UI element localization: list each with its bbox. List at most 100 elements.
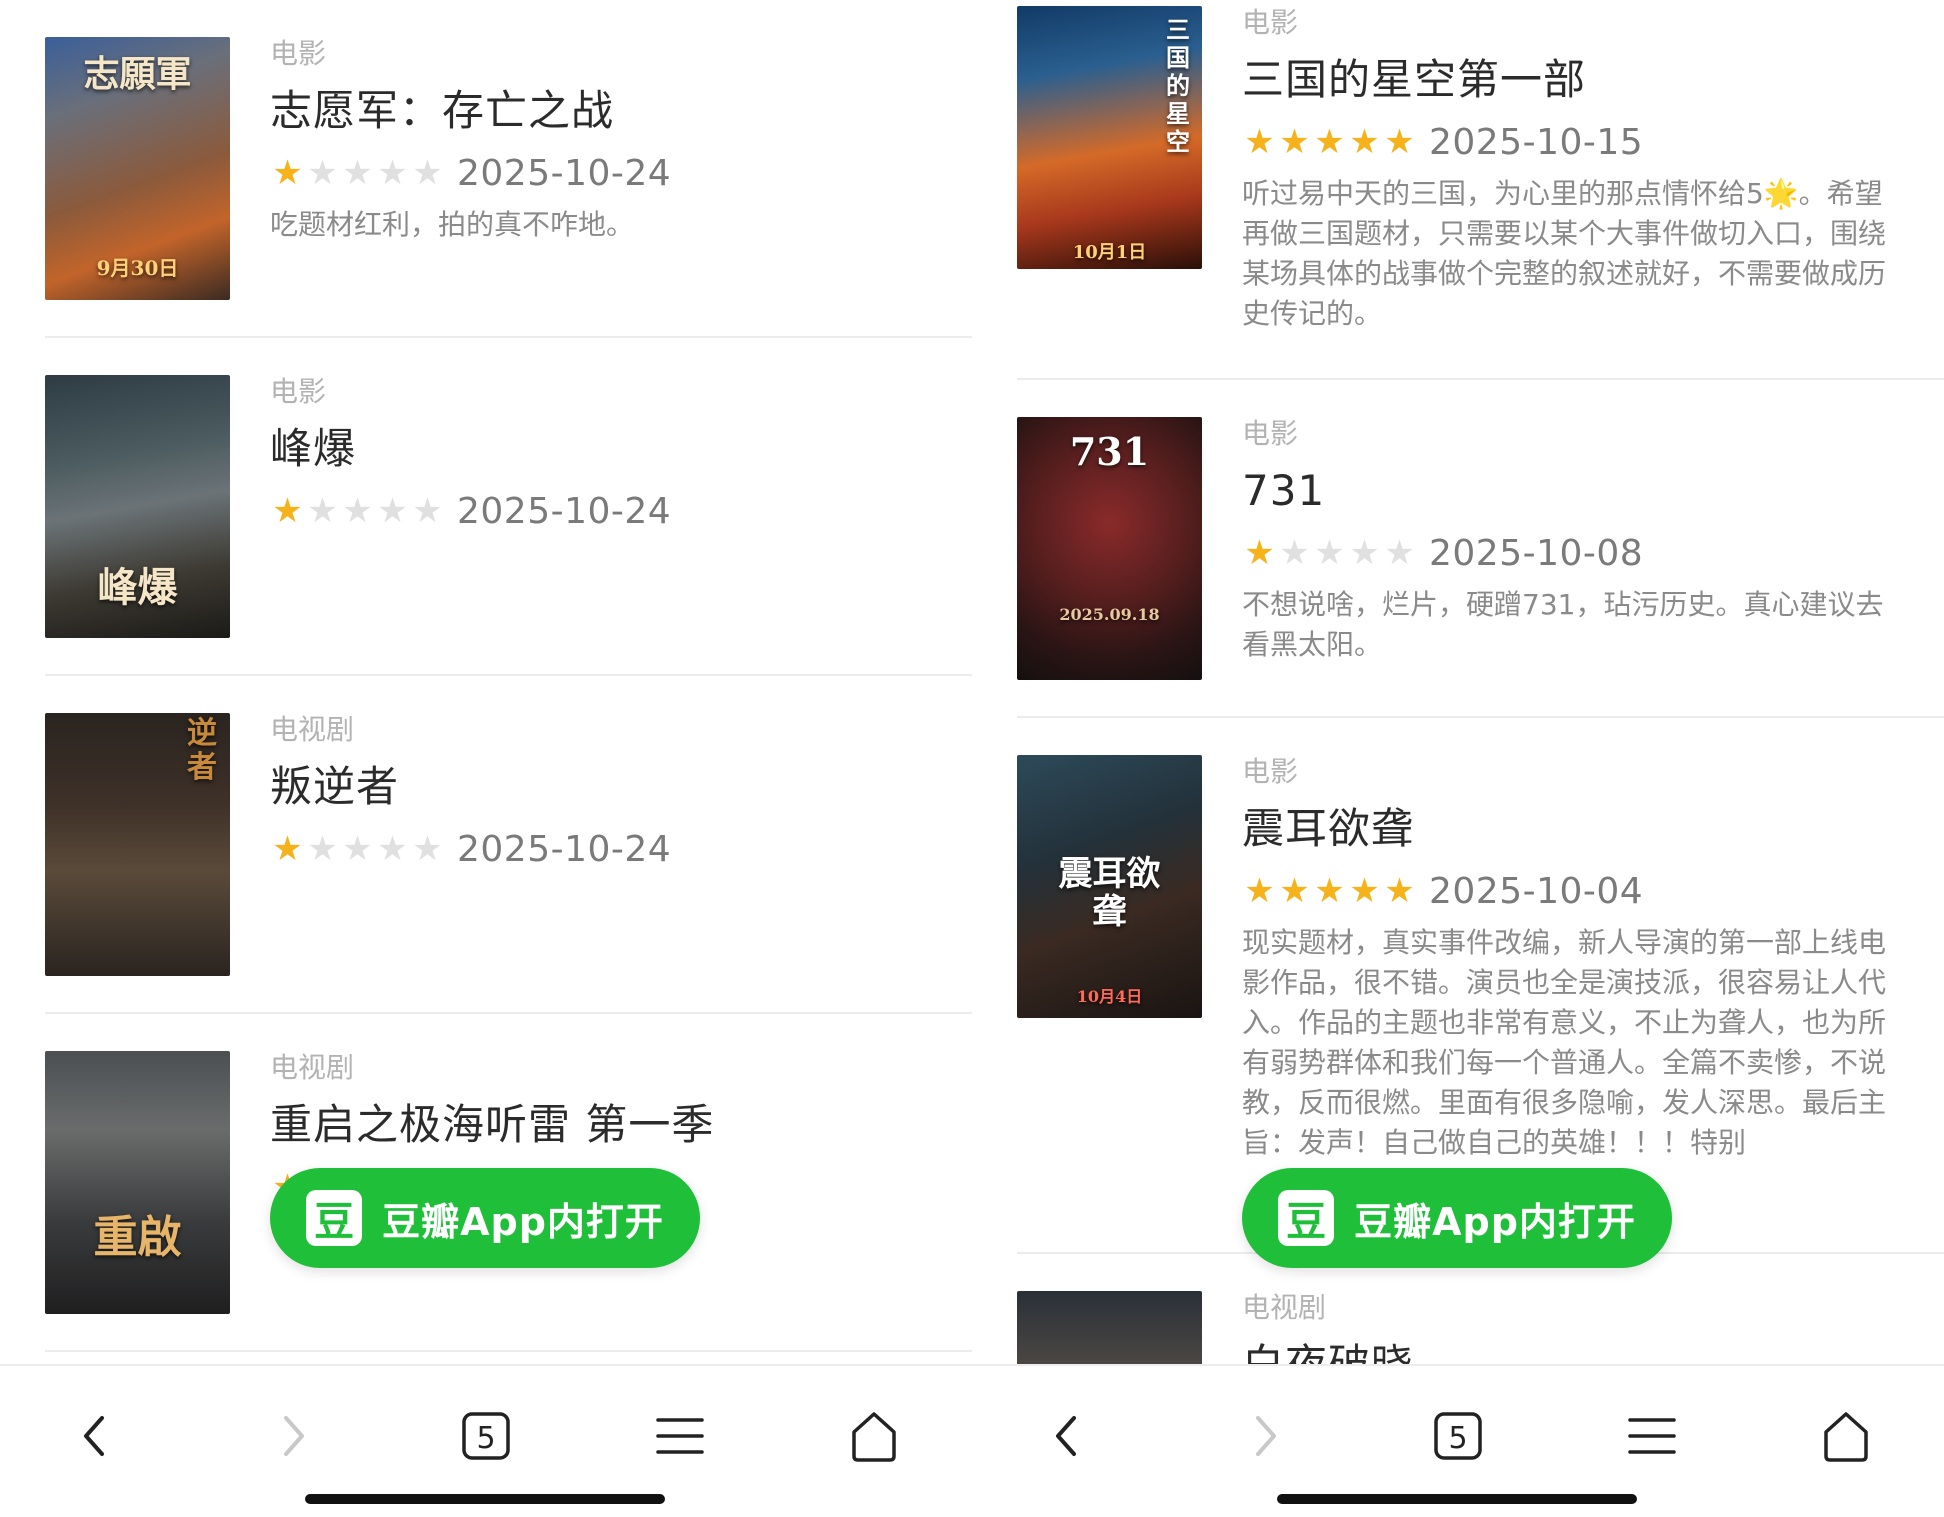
svg-text:5: 5 <box>476 1421 495 1456</box>
star-filled-icon: ★ <box>272 153 303 193</box>
list-item[interactable]: 志願軍 9月30日 电影 志愿军：存亡之战 ★ ★ ★ ★ ★ 2025-10-24 吃… <box>45 0 972 338</box>
item-date: 2025-10-08 <box>1429 532 1644 574</box>
home-button[interactable] <box>1806 1396 1886 1476</box>
star-filled-icon: ★ <box>1244 533 1275 573</box>
item-title[interactable]: 震耳欲聋 <box>1242 801 1904 857</box>
forward-button[interactable] <box>252 1396 332 1476</box>
item-comment: 现实题材，真实事件改编，新人导演的第一部上线电影作品，很不错。演员也全是演技派，… <box>1242 926 1887 1159</box>
item-title[interactable]: 峰爆 <box>270 421 932 477</box>
home-icon <box>852 1412 896 1462</box>
list-item[interactable]: 逆者 电视剧 叛逆者 ★ ★ ★ ★ ★ 2025-10-24 <box>45 676 972 1014</box>
poster-image[interactable]: 志願軍 9月30日 <box>45 37 230 300</box>
item-info: 电视剧 叛逆者 ★ ★ ★ ★ ★ 2025-10-24 <box>270 713 932 881</box>
star-filled-icon: ★ <box>1244 871 1275 911</box>
star-filled-icon: ★ <box>1384 122 1415 162</box>
item-title[interactable]: 三国的星空第一部 <box>1242 52 1904 108</box>
item-type: 电视剧 <box>270 1051 355 1084</box>
poster-title-text: 逆者 <box>187 716 217 785</box>
star-empty-icon: ★ <box>412 829 443 869</box>
review-list: 志願軍 9月30日 电影 志愿军：存亡之战 ★ ★ ★ ★ ★ 2025-10-24 吃… <box>0 0 972 1352</box>
star-empty-icon: ★ <box>342 491 373 531</box>
poster-image[interactable]: 731 2025.09.18 <box>1017 417 1202 680</box>
list-item[interactable]: 731 2025.09.18 电影 731 ★ ★ ★ ★ ★ 2025-10-08 不… <box>1017 380 1944 718</box>
list-item[interactable]: 峰爆 电影 峰爆 ★ ★ ★ ★ ★ 2025-10-24 <box>45 338 972 676</box>
item-meta: ★ ★ ★ ★ ★ 2025-10-08 <box>1242 529 1904 577</box>
right-screen: 三国的星空 10月1日 电影 三国的星空第一部 ★ ★ ★ ★ ★ 2025-10-15… <box>972 0 1944 1517</box>
star-filled-icon: ★ <box>1349 871 1380 911</box>
star-empty-icon: ★ <box>1279 533 1310 573</box>
menu-button[interactable] <box>1612 1396 1692 1476</box>
open-in-app-button[interactable]: 豆 豆瓣App内打开 <box>1242 1168 1672 1268</box>
chevron-right-icon <box>284 1416 304 1456</box>
star-filled-icon: ★ <box>1314 871 1345 911</box>
chevron-left-icon <box>1056 1416 1076 1456</box>
item-type: 电影 <box>1242 6 1299 39</box>
review-list: 三国的星空 10月1日 电影 三国的星空第一部 ★ ★ ★ ★ ★ 2025-10-15… <box>972 0 1944 1517</box>
poster-title-text: 重啟 <box>93 1212 182 1263</box>
item-type: 电影 <box>270 375 327 408</box>
menu-button[interactable] <box>640 1396 720 1476</box>
item-meta: ★ ★ ★ ★ ★ 2025-10-24 <box>270 487 932 535</box>
item-date: 2025-10-24 <box>457 152 672 194</box>
poster-title-text: 731 <box>1069 429 1150 474</box>
star-filled-icon: ★ <box>1279 871 1310 911</box>
star-empty-icon: ★ <box>377 491 408 531</box>
chevron-right-icon <box>1256 1416 1276 1456</box>
poster-image[interactable]: 峰爆 <box>45 375 230 638</box>
rating-stars: ★★★★★ <box>270 153 445 193</box>
tabs-button[interactable]: 5 <box>446 1396 526 1476</box>
item-date: 2025-10-04 <box>1429 870 1644 912</box>
home-button[interactable] <box>834 1396 914 1476</box>
chevron-left-icon <box>84 1416 104 1456</box>
list-item[interactable]: 三国的星空 10月1日 电影 三国的星空第一部 ★ ★ ★ ★ ★ 2025-10-15… <box>1017 0 1944 380</box>
star-filled-icon: ★ <box>1244 122 1275 162</box>
poster-image[interactable]: 震耳欲聋 10月4日 <box>1017 755 1202 1018</box>
douban-logo-icon: 豆 <box>1278 1190 1335 1246</box>
item-comment: 吃题材红利，拍的真不咋地。 <box>270 208 635 241</box>
item-comment: 听过易中天的三国，为心里的那点情怀给5🌟。希望再做三国题材，只需要以某个大事件做… <box>1242 177 1887 330</box>
tabs-button[interactable]: 5 <box>1418 1396 1498 1476</box>
left-screen: 志願軍 9月30日 电影 志愿军：存亡之战 ★ ★ ★ ★ ★ 2025-10-24 吃… <box>0 0 972 1517</box>
home-icon <box>1824 1412 1868 1462</box>
rating-stars: ★★★★★ <box>270 491 445 531</box>
item-title[interactable]: 重启之极海听雷 第一季 <box>270 1097 932 1153</box>
star-empty-icon: ★ <box>1349 533 1380 573</box>
item-title[interactable]: 叛逆者 <box>270 759 932 815</box>
back-button[interactable] <box>56 1396 136 1476</box>
item-info: 电影 志愿军：存亡之战 ★ ★ ★ ★ ★ 2025-10-24 吃题材红利，拍的真不咋… <box>270 37 932 245</box>
hamburger-menu-icon <box>656 1418 704 1454</box>
browser-toolbar: 5 <box>0 1364 972 1517</box>
item-type: 电影 <box>1242 755 1299 788</box>
open-in-app-button[interactable]: 豆 豆瓣App内打开 <box>270 1168 700 1268</box>
poster-date-text: 10月1日 <box>1072 242 1147 263</box>
star-empty-icon: ★ <box>377 829 408 869</box>
item-title[interactable]: 志愿军：存亡之战 <box>270 83 932 139</box>
home-indicator[interactable] <box>1277 1494 1637 1504</box>
star-empty-icon: ★ <box>1384 533 1415 573</box>
poster-image[interactable]: 三国的星空 10月1日 <box>1017 6 1202 269</box>
poster-title-text: 志願軍 <box>83 53 192 95</box>
poster-date-text: 9月30日 <box>96 256 179 280</box>
item-date: 2025-10-24 <box>457 490 672 532</box>
item-info: 电影 震耳欲聋 ★ ★ ★ ★ ★ 2025-10-04 现实题材，真实事件改编，新人导… <box>1242 755 1904 1163</box>
tabs-icon: 5 <box>462 1412 510 1460</box>
back-button[interactable] <box>1028 1396 1108 1476</box>
home-indicator[interactable] <box>305 1494 665 1504</box>
douban-logo-icon: 豆 <box>306 1190 363 1246</box>
poster-image[interactable]: 逆者 <box>45 713 230 976</box>
star-filled-icon: ★ <box>1349 122 1380 162</box>
item-comment: 不想说啥，烂片，硬蹭731，玷污历史。真心建议去看黑太阳。 <box>1242 588 1884 661</box>
star-empty-icon: ★ <box>342 153 373 193</box>
star-filled-icon: ★ <box>1384 871 1415 911</box>
open-in-app-label: 豆瓣App内打开 <box>382 1199 664 1244</box>
star-empty-icon: ★ <box>307 491 338 531</box>
item-title[interactable]: 731 <box>1242 463 1904 519</box>
star-empty-icon: ★ <box>307 153 338 193</box>
star-filled-icon: ★ <box>1279 122 1310 162</box>
forward-button[interactable] <box>1224 1396 1304 1476</box>
poster-image[interactable]: 重啟 <box>45 1051 230 1314</box>
item-type: 电影 <box>1242 417 1299 450</box>
item-meta: ★ ★ ★ ★ ★ 2025-10-24 <box>270 825 932 873</box>
rating-stars: ★★★★★ <box>270 829 445 869</box>
item-date: 2025-10-15 <box>1429 121 1644 163</box>
